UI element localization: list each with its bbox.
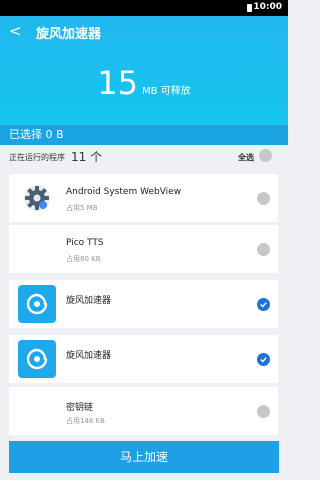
header: < 旋风加速器 15 MB 可释放 (0, 16, 288, 125)
battery-icon (247, 4, 252, 12)
gear-icon (18, 179, 56, 217)
accelerate-button[interactable]: 马上加速 (9, 441, 279, 473)
select-all-label[interactable]: 全选 (238, 152, 254, 163)
app-checkbox[interactable] (257, 405, 270, 418)
app-name: 密钥链 (66, 403, 94, 413)
app-checkbox[interactable] (257, 353, 270, 366)
status-bar: 10:00 (0, 0, 288, 16)
check-icon (260, 357, 267, 363)
page-title: 旋风加速器 (36, 27, 102, 42)
list-item[interactable]: 旋风加速器 (9, 280, 278, 328)
selected-size-label: 已选择 0 B (9, 128, 64, 141)
app-name: Android System WebView (66, 187, 182, 197)
list-item[interactable]: Pico TTS 占用80 KB (9, 225, 278, 273)
list-item[interactable]: 密钥链 占用148 KB (9, 387, 278, 435)
list-item[interactable]: Android System WebView 占用5 MB (9, 174, 278, 222)
status-time: 10:00 (253, 2, 282, 12)
app-memory: 占用5 MB (66, 204, 98, 212)
app-checkbox[interactable] (257, 192, 270, 205)
list-item[interactable]: 旋风加速器 (9, 335, 278, 383)
back-arrow-icon[interactable]: < (9, 22, 22, 40)
check-icon (260, 302, 267, 308)
app-name: 旋风加速器 (66, 351, 112, 361)
running-programs-header: 正在运行的程序 11 个 全选 (0, 145, 288, 168)
app-memory: 占用80 KB (66, 255, 101, 263)
releasable-unit: MB 可释放 (142, 86, 191, 97)
app-memory: 占用148 KB (66, 417, 105, 425)
select-all-checkbox[interactable] (259, 149, 272, 162)
swirl-app-icon (18, 285, 56, 323)
releasable-memory: 15 MB 可释放 (0, 64, 288, 102)
app-checkbox[interactable] (257, 243, 270, 256)
selected-size-bar: 已选择 0 B (0, 125, 288, 145)
running-programs-count: 11 个 (71, 150, 103, 164)
releasable-amount: 15 (97, 64, 139, 102)
swirl-app-icon (18, 340, 56, 378)
running-programs-label: 正在运行的程序 (9, 153, 65, 162)
app-checkbox[interactable] (257, 298, 270, 311)
app-name: 旋风加速器 (66, 296, 112, 306)
app-name: Pico TTS (66, 238, 104, 248)
